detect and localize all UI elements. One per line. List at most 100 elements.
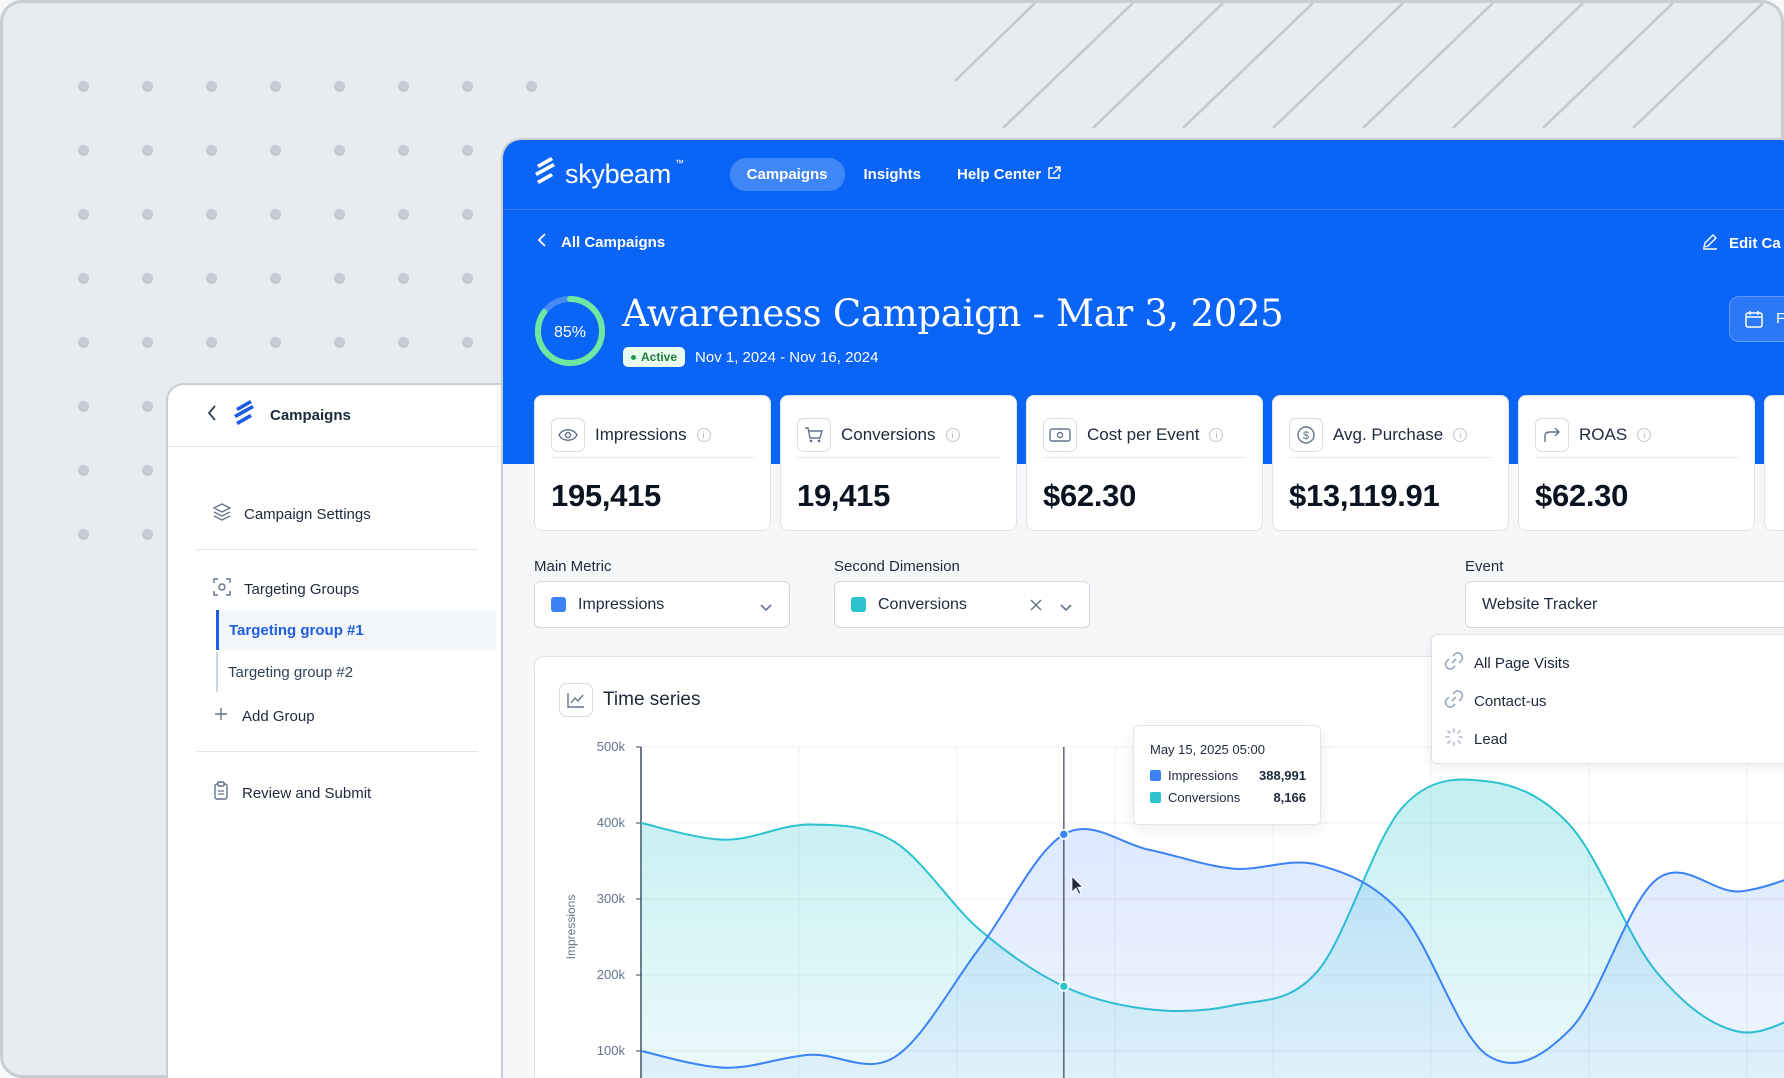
pattern-dot <box>462 81 473 92</box>
second-dimension-select[interactable]: Conversions <box>834 581 1090 628</box>
event-select[interactable]: Website Tracker <box>1465 581 1784 628</box>
brand-logo[interactable]: skybeam ™ <box>533 155 688 194</box>
tab-label: Help Center <box>957 166 1042 183</box>
chevron-left-icon[interactable] <box>206 404 218 427</box>
pattern-dot <box>270 273 281 284</box>
cash-icon <box>1043 417 1077 452</box>
pattern-dot <box>462 209 473 220</box>
tooltip-row-conversions: Conversions 8,166 <box>1150 790 1306 805</box>
sidebar-header: Campaigns <box>168 385 524 447</box>
pattern-dot <box>398 209 409 220</box>
info-icon[interactable]: i <box>1209 427 1224 442</box>
metric-value: 19,415 <box>797 478 891 513</box>
sidebar-item-targeting-group-1[interactable]: Targeting group #1 <box>216 610 496 650</box>
y-tick-label: 400k <box>597 815 626 830</box>
close-icon[interactable] <box>1029 598 1043 617</box>
hover-point-impressions <box>1058 829 1070 840</box>
back-to-all-campaigns[interactable]: All Campaigns <box>537 232 665 252</box>
sidebar-item-targeting-groups[interactable]: Targeting Groups <box>212 577 359 601</box>
pattern-dot <box>206 337 217 348</box>
pencil-icon <box>1701 232 1719 254</box>
sidebar-item-targeting-group-2[interactable]: Targeting group #2 <box>216 652 496 692</box>
dollar-icon: $ <box>1289 417 1323 452</box>
metric-card-conversions[interactable]: Conversions i 19,415 <box>780 395 1017 531</box>
metric-card-partial[interactable] <box>1764 395 1784 531</box>
tab-insights[interactable]: Insights <box>847 158 939 191</box>
info-icon[interactable]: i <box>696 427 711 442</box>
metric-card-impressions[interactable]: Impressions i 195,415 <box>534 395 771 531</box>
tooltip-series-value: 8,166 <box>1273 790 1306 805</box>
pattern-dot <box>270 81 281 92</box>
info-icon[interactable]: i <box>1453 427 1468 442</box>
pattern-dot <box>398 337 409 348</box>
stripe-pattern <box>954 3 1764 129</box>
pattern-dot <box>270 209 281 220</box>
event-option-contact-us[interactable]: Contact-us <box>1444 689 1547 713</box>
tooltip-date: May 15, 2025 05:00 <box>1150 742 1265 757</box>
layers-icon <box>212 502 232 526</box>
add-group-button[interactable]: Add Group <box>212 705 315 727</box>
tooltip-row-impressions: Impressions 388,991 <box>1150 768 1306 783</box>
select-value: Conversions <box>878 595 967 613</box>
tooltip-series-name: Impressions <box>1168 768 1239 783</box>
metric-label: Conversions <box>841 424 936 444</box>
chevron-left-icon <box>537 232 547 252</box>
status-label: Active <box>641 350 678 364</box>
y-tick-label: 100k <box>597 1043 626 1058</box>
tab-help-center[interactable]: Help Center <box>940 158 1078 192</box>
event-dropdown-menu: All Page Visits Contact-us Lead <box>1431 634 1784 764</box>
sidebar-item-campaign-settings[interactable]: Campaign Settings <box>212 502 371 526</box>
metric-label: ROAS <box>1579 424 1628 444</box>
date-range-button[interactable]: F <box>1729 296 1784 342</box>
tab-label: Campaigns <box>746 166 828 183</box>
pattern-dot <box>142 401 153 412</box>
trademark: ™ <box>674 157 684 168</box>
campaign-detail-window: skybeam ™ Campaigns Insights Help Center … <box>501 138 1784 1078</box>
external-link-icon <box>1047 165 1061 184</box>
select-value: Impressions <box>578 595 665 613</box>
sidebar-item-review-submit[interactable]: Review and Submit <box>212 781 371 805</box>
y-axis-label: Impressions <box>564 895 578 960</box>
pattern-dot <box>334 273 345 284</box>
metric-label: Cost per Event <box>1087 424 1200 444</box>
skybeam-logo-icon <box>232 398 256 433</box>
tab-campaigns[interactable]: Campaigns <box>729 158 845 191</box>
edit-campaign-button[interactable]: Edit Ca <box>1701 232 1781 254</box>
pattern-dot <box>78 209 89 220</box>
chevron-down-icon <box>1059 600 1073 618</box>
pattern-dot <box>334 337 345 348</box>
plus-icon <box>212 705 230 727</box>
pattern-dot <box>334 81 345 92</box>
info-icon[interactable]: i <box>945 427 960 442</box>
metric-card-roas[interactable]: ROAS i $62.30 <box>1518 395 1755 531</box>
event-option-all-page-visits[interactable]: All Page Visits <box>1444 651 1570 675</box>
metric-card-cost-per-event[interactable]: Cost per Event i $62.30 <box>1026 395 1263 531</box>
loading-icon <box>1444 727 1464 751</box>
link-icon <box>1444 651 1464 675</box>
progress-ring: 85% <box>535 296 605 366</box>
chart-tooltip: May 15, 2025 05:00 Impressions 388,991 Co… <box>1133 725 1321 825</box>
pattern-dot <box>462 145 473 156</box>
pattern-dot <box>142 465 153 476</box>
y-tick-label: 500k <box>597 739 626 754</box>
pattern-dot <box>142 209 153 220</box>
status-badge: Active <box>623 347 686 367</box>
edit-label: Edit Ca <box>1729 234 1781 252</box>
main-metric-select[interactable]: Impressions <box>534 581 790 628</box>
metric-value: 195,415 <box>551 478 661 513</box>
tab-label: Insights <box>863 166 922 183</box>
tooltip-series-value: 388,991 <box>1259 768 1306 783</box>
campaign-dates: Nov 1, 2024 - Nov 16, 2024 <box>695 348 879 366</box>
pattern-dot <box>142 81 153 92</box>
pattern-dot <box>462 337 473 348</box>
pattern-dot <box>142 145 153 156</box>
cart-icon <box>797 417 831 452</box>
top-nav: skybeam ™ Campaigns Insights Help Center <box>503 140 1784 210</box>
pattern-dot <box>142 337 153 348</box>
metric-card-avg-purchase[interactable]: $ Avg. Purchase i $13,119.91 <box>1272 395 1509 531</box>
metric-value: $62.30 <box>1535 478 1629 513</box>
metric-value: $62.30 <box>1043 478 1137 513</box>
info-icon[interactable]: i <box>1637 427 1652 442</box>
event-option-lead[interactable]: Lead <box>1444 727 1507 751</box>
pattern-dot <box>78 401 89 412</box>
